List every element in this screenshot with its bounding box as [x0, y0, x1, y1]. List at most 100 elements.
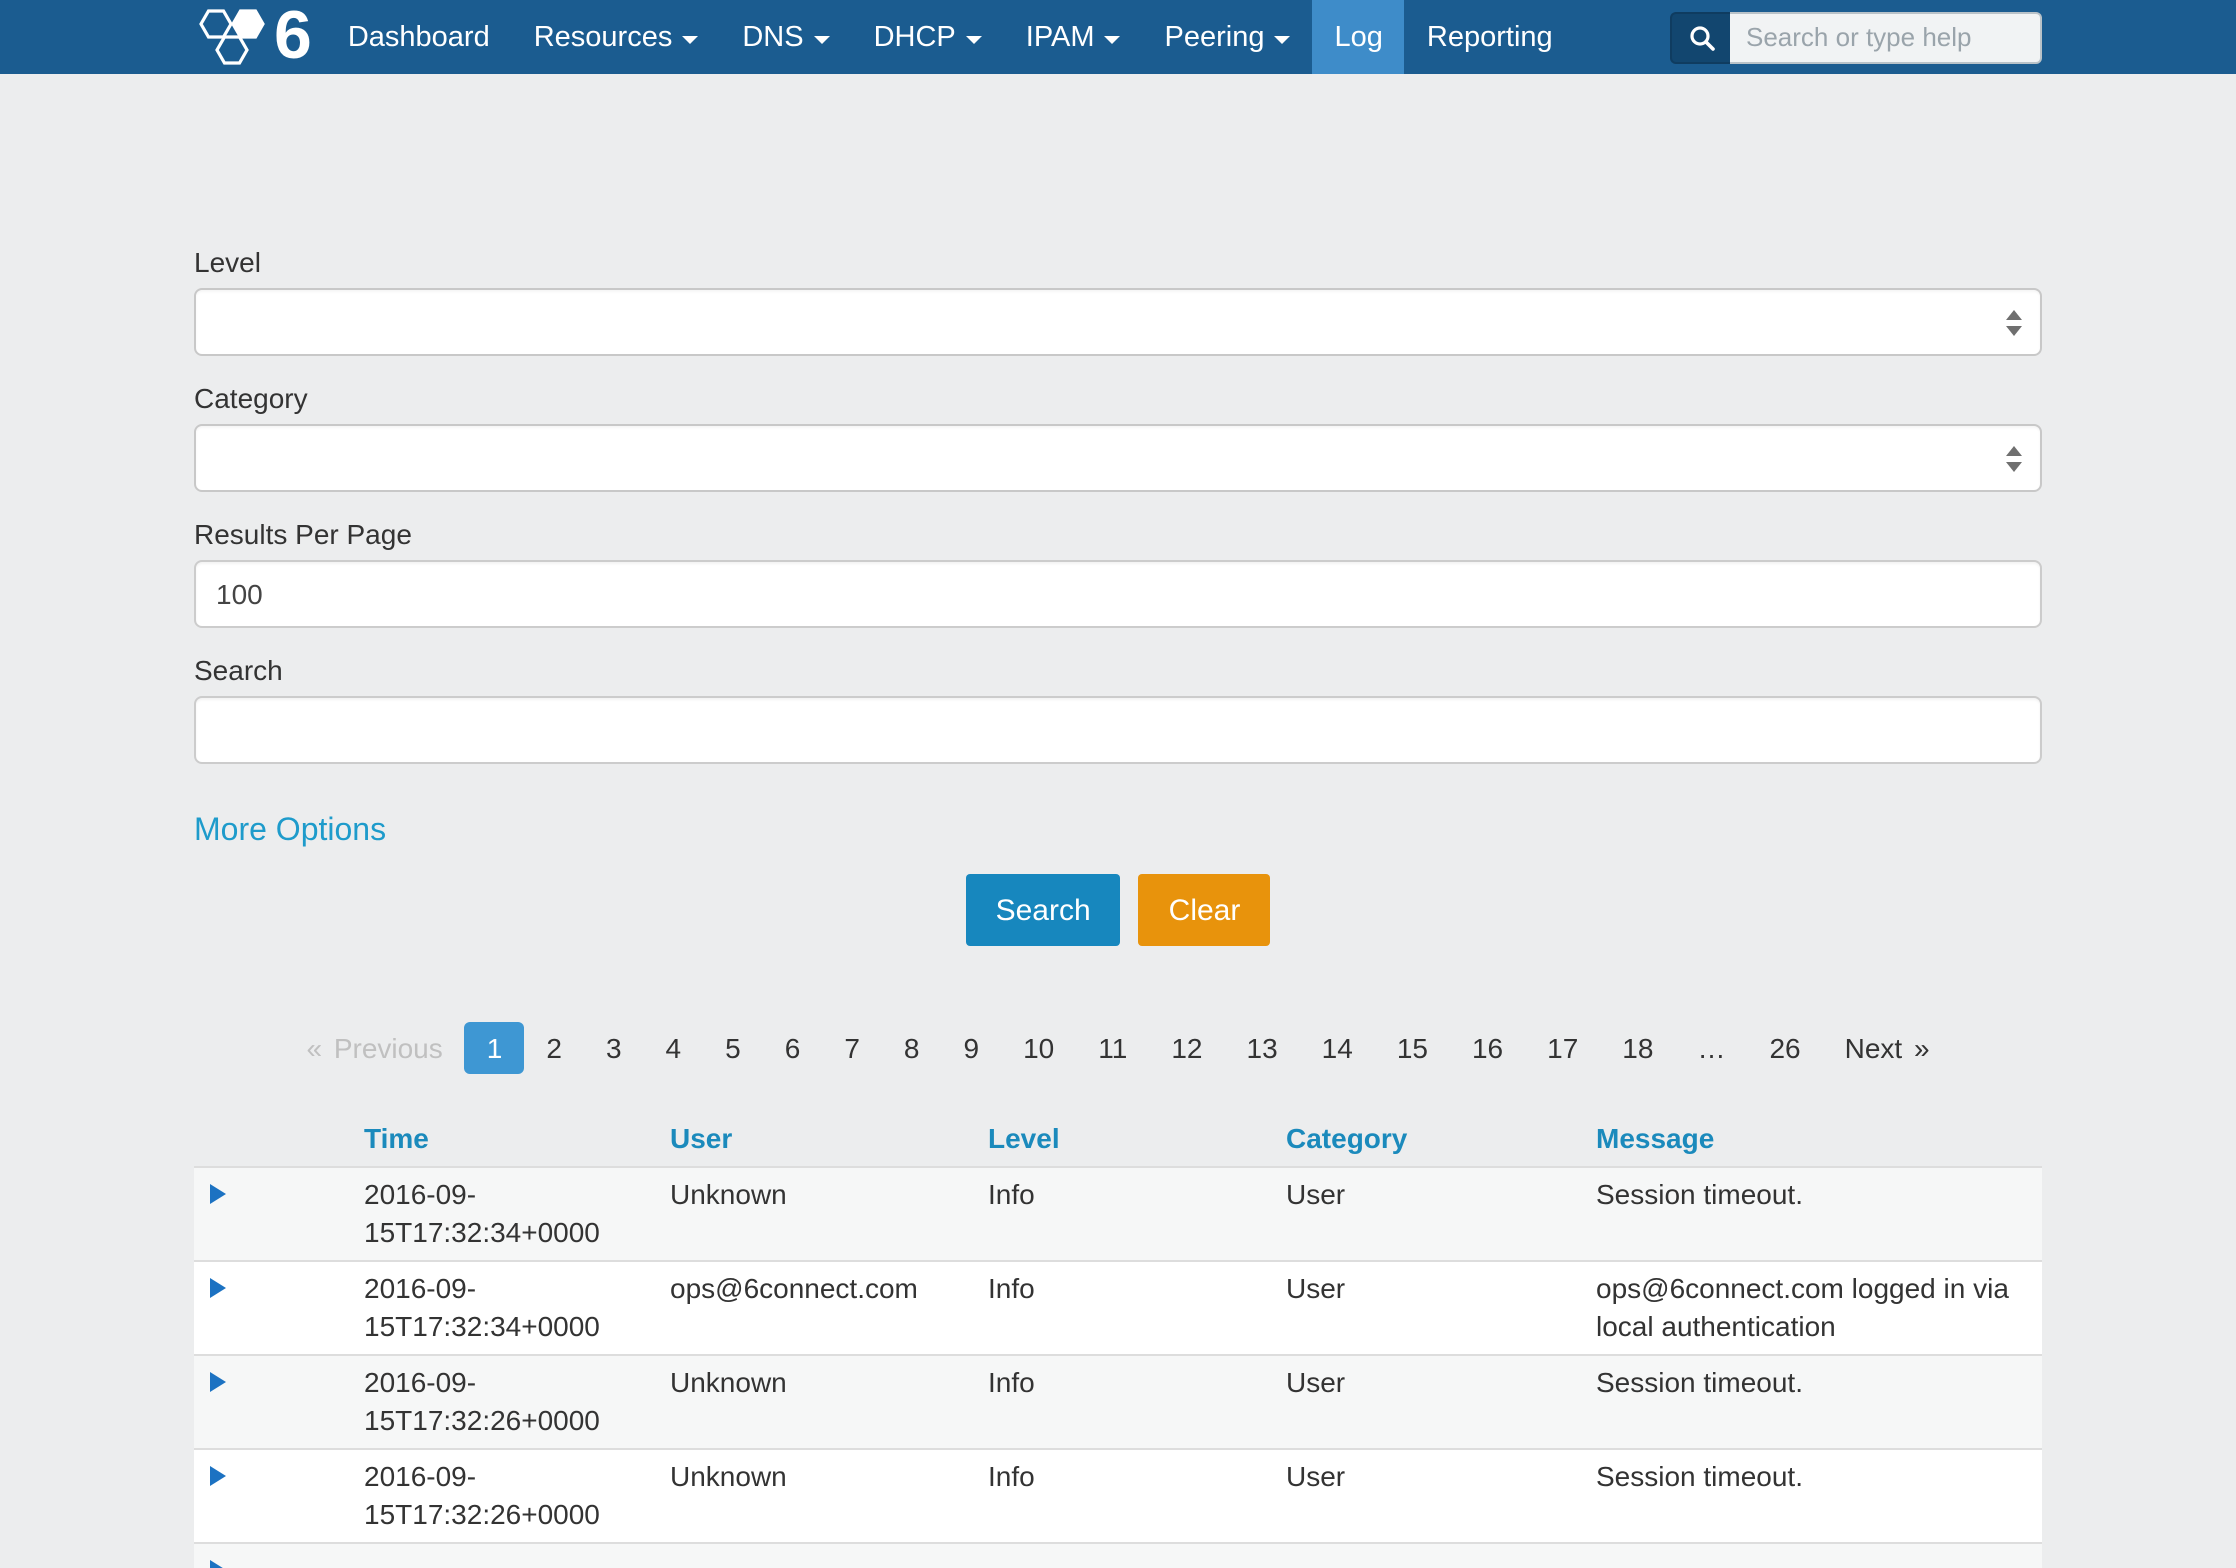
- form-buttons: Search Clear: [194, 874, 2042, 946]
- nav-log-label: Log: [1335, 21, 1383, 53]
- clear-button[interactable]: Clear: [1139, 874, 1271, 946]
- log-filter-form: Level Category Results Per Page: [194, 246, 2042, 946]
- time-cell: 2016-09-15T17:32:26+0000: [364, 1449, 670, 1543]
- search-group: Search: [194, 654, 2042, 764]
- time-cell: 2016-09-15T17:32:34+0000: [364, 1167, 670, 1261]
- results-per-page-input[interactable]: [194, 560, 2042, 628]
- message-cell: Session timeout.: [1596, 1167, 2042, 1261]
- table-header-row: Time User Level Category Message: [194, 1110, 2042, 1167]
- previous-label: Previous: [334, 1032, 443, 1064]
- brand-logo[interactable]: 6: [194, 0, 310, 74]
- pagination-page[interactable]: 11: [1076, 1022, 1149, 1074]
- expand-arrow-icon[interactable]: [210, 1560, 226, 1568]
- category-group: Category: [194, 382, 2042, 492]
- table-row: 2016-09-15T17:32:26+0000 Unknown Info Us…: [194, 1449, 2042, 1543]
- help-search-input[interactable]: [1730, 11, 2042, 63]
- pagination-page[interactable]: 15: [1375, 1022, 1450, 1074]
- nav-reporting[interactable]: Reporting: [1405, 0, 1575, 74]
- table-row: [194, 1543, 2042, 1568]
- pagination-page[interactable]: 14: [1300, 1022, 1375, 1074]
- user-cell: [670, 1543, 988, 1568]
- table-row: 2016-09-15T17:32:34+0000 ops@6connect.co…: [194, 1261, 2042, 1355]
- chevron-down-icon: [966, 35, 982, 43]
- search-input[interactable]: [194, 696, 2042, 764]
- pagination-page[interactable]: 8: [882, 1022, 942, 1074]
- level-group: Level: [194, 246, 2042, 356]
- hexagon-logo-icon: [194, 7, 268, 67]
- search-icon[interactable]: [1670, 11, 1730, 63]
- expand-arrow-icon[interactable]: [210, 1372, 226, 1392]
- message-cell: Session timeout.: [1596, 1355, 2042, 1449]
- search-button[interactable]: Search: [966, 874, 1121, 946]
- nav-dashboard[interactable]: Dashboard: [326, 0, 512, 74]
- pagination-page[interactable]: 3: [584, 1022, 644, 1074]
- table-row: 2016-09-15T17:32:26+0000 Unknown Info Us…: [194, 1355, 2042, 1449]
- time-cell: 2016-09-15T17:32:26+0000: [364, 1355, 670, 1449]
- nav-peering[interactable]: Peering: [1143, 0, 1313, 74]
- page: 6 Dashboard Resources DNS DHCP: [0, 0, 2236, 1568]
- user-cell: ops@6connect.com: [670, 1261, 988, 1355]
- search-label: Search: [194, 654, 2042, 686]
- column-header-level[interactable]: Level: [988, 1110, 1286, 1167]
- level-cell: Info: [988, 1449, 1286, 1543]
- brand-text: 6: [274, 0, 310, 74]
- pagination-page[interactable]: 18: [1600, 1022, 1675, 1074]
- expand-arrow-icon[interactable]: [210, 1466, 226, 1486]
- level-cell: [988, 1543, 1286, 1568]
- pagination-page[interactable]: 4: [644, 1022, 704, 1074]
- nav-log[interactable]: Log: [1313, 0, 1405, 74]
- navbar-menu: Dashboard Resources DNS DHCP IPAM: [326, 0, 1575, 74]
- pagination-page[interactable]: 6: [763, 1022, 823, 1074]
- more-options-link[interactable]: More Options: [194, 814, 386, 850]
- expand-arrow-icon[interactable]: [210, 1278, 226, 1298]
- nav-peering-label: Peering: [1165, 21, 1265, 53]
- nav-reporting-label: Reporting: [1427, 21, 1553, 53]
- pagination-page[interactable]: 13: [1225, 1022, 1300, 1074]
- pagination-page[interactable]: 10: [1001, 1022, 1076, 1074]
- category-cell: User: [1286, 1167, 1596, 1261]
- chevron-down-icon: [682, 35, 698, 43]
- category-cell: User: [1286, 1449, 1596, 1543]
- column-header-message[interactable]: Message: [1596, 1110, 2042, 1167]
- pagination-page[interactable]: 17: [1525, 1022, 1600, 1074]
- results-per-page-group: Results Per Page: [194, 518, 2042, 628]
- pagination-next[interactable]: Next »: [1823, 1022, 1956, 1074]
- nav-ipam[interactable]: IPAM: [1004, 0, 1143, 74]
- category-cell: [1286, 1543, 1596, 1568]
- pagination-page[interactable]: 5: [703, 1022, 763, 1074]
- column-header-category[interactable]: Category: [1286, 1110, 1596, 1167]
- nav-dns[interactable]: DNS: [720, 0, 851, 74]
- nav-resources[interactable]: Resources: [512, 0, 721, 74]
- log-table: Time User Level Category Message 2016-09…: [194, 1110, 2042, 1568]
- pagination-previous: « Previous: [280, 1022, 464, 1074]
- select-stepper-icon: [2006, 445, 2022, 471]
- time-cell: [364, 1543, 670, 1568]
- chevron-down-icon: [1105, 35, 1121, 43]
- column-header-user[interactable]: User: [670, 1110, 988, 1167]
- category-cell: User: [1286, 1261, 1596, 1355]
- column-header-time[interactable]: Time: [364, 1110, 670, 1167]
- table-row: 2016-09-15T17:32:34+0000 Unknown Info Us…: [194, 1167, 2042, 1261]
- nav-resources-label: Resources: [534, 21, 673, 53]
- pagination-ellipsis: …: [1675, 1022, 1747, 1074]
- pagination-page[interactable]: 2: [524, 1022, 584, 1074]
- pagination-page[interactable]: 12: [1149, 1022, 1224, 1074]
- category-select[interactable]: [194, 424, 2042, 492]
- nav-ipam-label: IPAM: [1026, 21, 1095, 53]
- nav-dhcp[interactable]: DHCP: [852, 0, 1004, 74]
- pagination-page[interactable]: 1: [465, 1022, 525, 1074]
- pagination-page[interactable]: 26: [1747, 1022, 1822, 1074]
- expand-arrow-icon[interactable]: [210, 1184, 226, 1204]
- next-arrow-icon: »: [1914, 1032, 1930, 1064]
- level-select[interactable]: [194, 288, 2042, 356]
- expander-cell: [194, 1167, 364, 1261]
- nav-dhcp-label: DHCP: [874, 21, 956, 53]
- navbar-search: [1670, 11, 2042, 63]
- pagination-page[interactable]: 9: [942, 1022, 1002, 1074]
- pagination-page[interactable]: 7: [822, 1022, 882, 1074]
- message-cell: ops@6connect.com logged in via local aut…: [1596, 1261, 2042, 1355]
- pagination-page[interactable]: 16: [1450, 1022, 1525, 1074]
- user-cell: Unknown: [670, 1167, 988, 1261]
- user-cell: Unknown: [670, 1449, 988, 1543]
- level-cell: Info: [988, 1355, 1286, 1449]
